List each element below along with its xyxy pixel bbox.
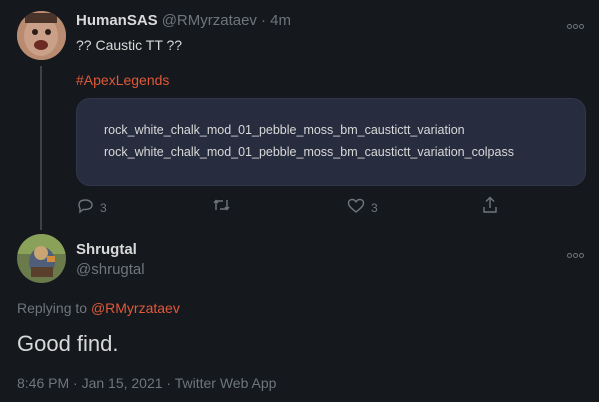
share-button[interactable] <box>482 196 498 214</box>
tweet-meta[interactable]: 8:46 PM · Jan 15, 2021 · Twitter Web App <box>17 375 276 391</box>
more-options-icon[interactable] <box>567 245 585 258</box>
code-line: rock_white_chalk_mod_01_pebble_moss_bm_c… <box>104 145 514 159</box>
author-name[interactable]: HumanSAS <box>76 12 158 29</box>
tweet-time[interactable]: · 4m <box>261 12 291 29</box>
code-block: rock_white_chalk_mod_01_pebble_moss_bm_c… <box>76 98 586 186</box>
author-handle[interactable]: @shrugtal <box>76 261 145 278</box>
avatar-humansas[interactable] <box>17 11 66 60</box>
share-icon <box>483 196 497 213</box>
reply-count: 3 <box>100 201 107 215</box>
more-options-icon[interactable] <box>567 16 585 29</box>
code-line: rock_white_chalk_mod_01_pebble_moss_bm_c… <box>104 123 465 137</box>
replying-label: Replying to <box>17 300 88 316</box>
retweet-button[interactable] <box>212 197 231 213</box>
reply-button[interactable]: 3 <box>77 197 107 215</box>
hashtag-link[interactable]: #ApexLegends <box>76 72 169 88</box>
author-handle[interactable]: @RMyrzataev <box>162 12 257 29</box>
retweet-icon <box>213 199 230 211</box>
like-count: 3 <box>371 201 378 215</box>
like-button[interactable]: 3 <box>347 197 378 215</box>
reply-to-link[interactable]: @RMyrzataev <box>91 300 180 316</box>
heart-icon <box>347 198 365 213</box>
tweet-text: ?? Caustic TT ?? <box>76 37 183 53</box>
reply-icon <box>78 199 93 214</box>
avatar-shrugtal[interactable] <box>17 234 66 283</box>
author-name[interactable]: Shrugtal <box>76 241 137 258</box>
tweet-text: Good find. <box>17 331 119 356</box>
thread-line <box>40 66 42 230</box>
